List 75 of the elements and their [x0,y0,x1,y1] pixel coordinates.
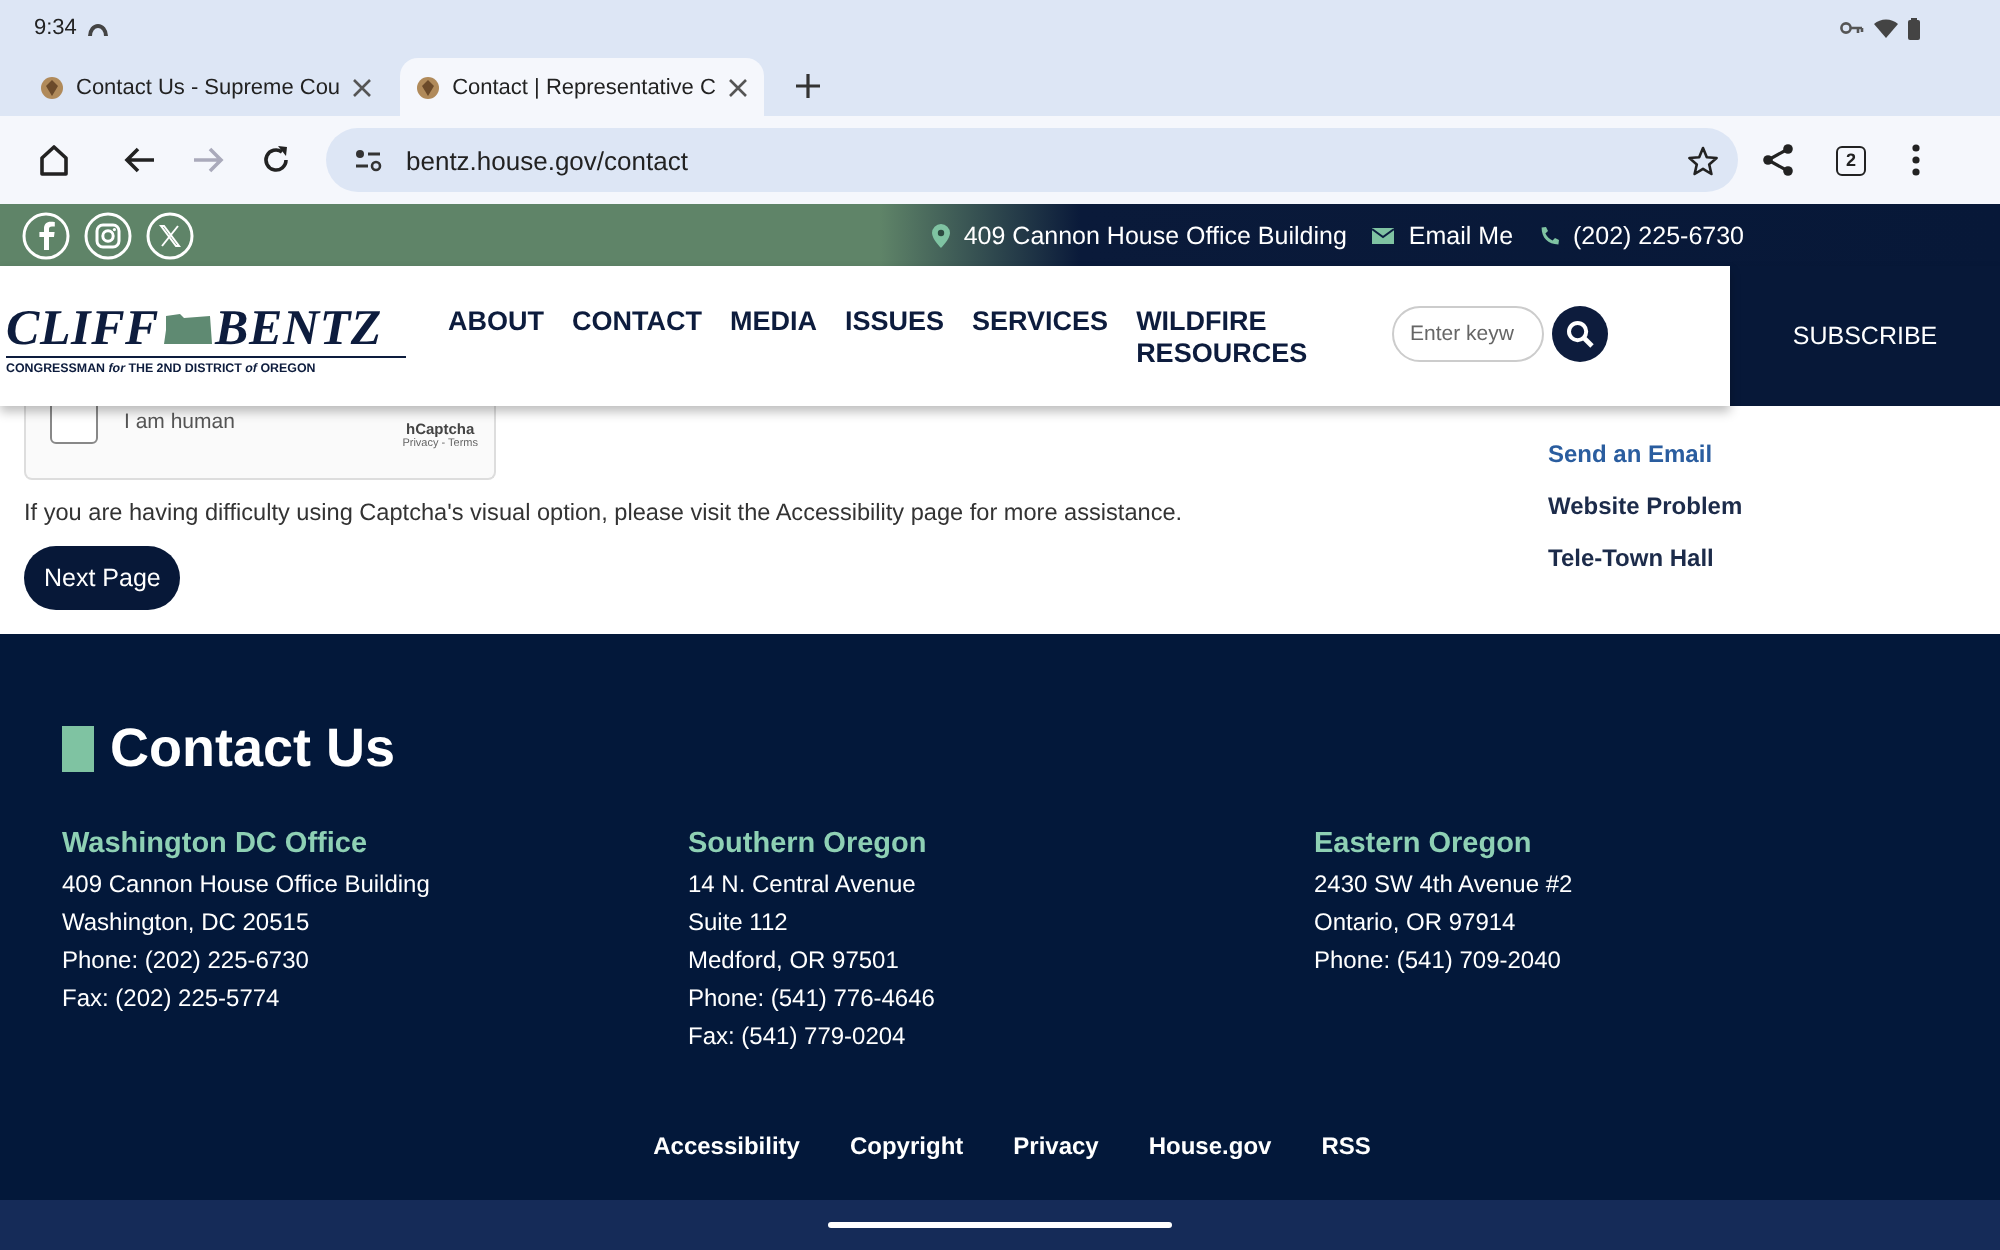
tune-icon [354,148,382,172]
new-tab-icon[interactable] [795,74,820,98]
status-time: 9:34 [34,16,77,40]
browser-tab[interactable]: Contact | Representative C [400,58,764,116]
star-icon[interactable] [1688,145,1718,175]
seal-icon [416,75,441,99]
state-map-icon [161,312,214,348]
search-field[interactable]: Enter keyw [1392,306,1544,362]
office-name: Eastern Oregon [1314,828,1534,860]
captcha-label: I am human [124,410,235,434]
home-icon[interactable] [38,144,70,176]
office-line: Suite 112 [688,906,790,940]
footer-link[interactable]: House.gov [1148,1132,1272,1160]
seal-icon [40,75,64,99]
battery-icon [1908,17,1920,39]
next-page-button[interactable]: Next Page [24,546,181,610]
footer-link[interactable]: Copyright [849,1132,964,1160]
logo-name[interactable]: CLIFF [6,306,160,354]
more-icon[interactable] [1912,144,1920,176]
location-pin-icon [931,223,950,247]
facebook-icon[interactable] [22,211,70,259]
url-text: bentz.house.gov/contact [406,145,688,175]
back-icon[interactable] [124,146,156,174]
help-text: If you are having difficulty using Captcha's visual option, please visit the Accessibility page for more assistance. [24,498,1183,526]
office-name: Washington DC Office [62,828,370,860]
footer-link[interactable]: Accessibility [653,1132,800,1160]
office-line: Ontario, OR 97914 [1314,906,1518,940]
share-icon[interactable] [1762,144,1794,176]
office-line: Fax: (541) 779-0204 [688,1020,908,1054]
close-icon[interactable] [727,77,748,97]
search-button[interactable] [1552,306,1608,362]
office-line: Washington, DC 20515 [62,906,312,940]
nav-link[interactable]: SERVICES [972,306,1109,370]
arch-icon [86,20,111,36]
nav-link[interactable]: ISSUES [845,306,945,370]
search-icon [1566,320,1594,348]
sidebar-link[interactable]: Tele-Town Hall [1548,544,2000,572]
logo-name[interactable]: BENTZ [215,306,382,354]
office-name: Southern Oregon [688,828,929,860]
square-icon [62,726,94,772]
browser-tab[interactable]: Contact Us - Supreme Cou [24,58,389,116]
office-line: Medford, OR 97501 [688,944,901,978]
office-line: 2430 SW 4th Avenue #2 [1314,868,1575,902]
tab-title: Contact | Representative C [452,75,716,99]
key-icon [1840,20,1864,36]
office-line: Fax: (202) 225-5774 [62,982,282,1016]
office-line: 14 N. Central Avenue [688,868,918,902]
gesture-handle[interactable] [828,1222,1172,1228]
office-line: 409 Cannon House Office Building [62,868,432,902]
subscribe-button[interactable]: SUBSCRIBE [1730,266,2000,406]
nav-link[interactable]: MEDIA [730,306,817,370]
phone-icon [1539,225,1560,245]
tab-title: Contact Us - Supreme Cou [76,75,341,99]
address-text: 409 Cannon House Office Building [963,221,1347,249]
instagram-icon[interactable] [84,211,132,259]
close-icon[interactable] [352,77,373,97]
sidebar-link[interactable]: Website Problem [1548,492,2000,520]
office-line: Phone: (541) 709-2040 [1314,944,1563,978]
footer-link[interactable]: RSS [1321,1132,1371,1160]
nav-link[interactable]: CONTACT [572,306,702,370]
tab-count-button[interactable]: 2 [1836,145,1866,175]
office-line: Phone: (202) 225-6730 [62,944,311,978]
x-icon[interactable] [146,211,194,259]
office-line: Phone: (541) 776-4646 [688,982,937,1016]
nav-link[interactable]: WILDFIRE RESOURCES [1136,306,1308,370]
footer-heading: Contact Us [110,718,396,780]
nav-link[interactable]: ABOUT [448,306,544,370]
reload-icon[interactable] [260,144,292,176]
wifi-icon [1874,18,1898,38]
footer-link[interactable]: Privacy [1013,1132,1099,1160]
email-link[interactable]: Email Me [1408,221,1514,249]
address-bar[interactable]: bentz.house.gov/contact [326,128,1738,192]
phone-number[interactable]: (202) 225-6730 [1573,221,1744,249]
envelope-icon [1372,225,1395,245]
sidebar-link[interactable]: Send an Email [1548,440,2000,468]
